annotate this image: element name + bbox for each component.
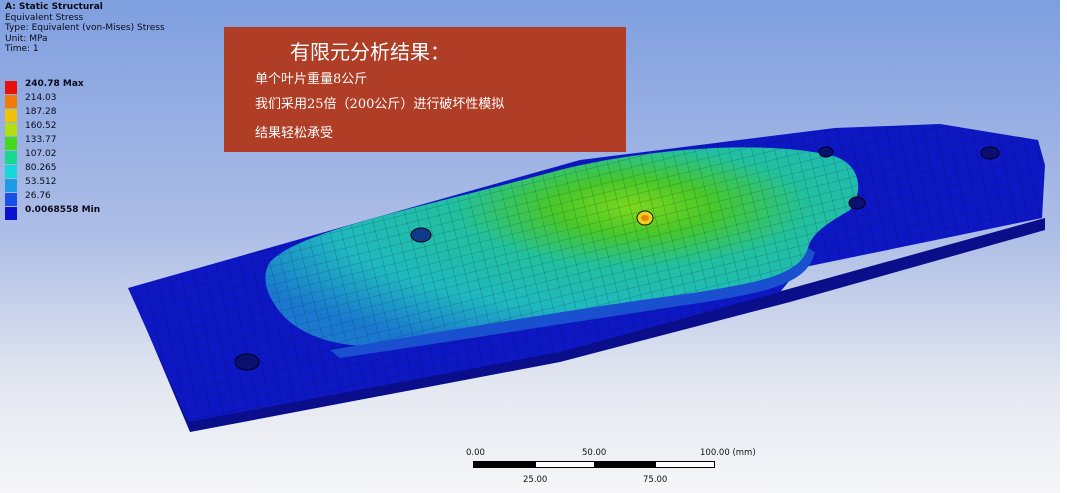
- analysis-title: A: Static Structural: [5, 2, 103, 12]
- annotation-box: 有限元分析结果： 单个叶片重量8公斤 我们采用25倍（200公斤）进行破坏性模拟…: [224, 27, 626, 152]
- scale-segment-4: [655, 461, 715, 468]
- result-header: A: Static Structural Equivalent Stress T…: [5, 2, 165, 55]
- legend-color-swatch: [5, 193, 17, 206]
- result-name: Equivalent Stress: [5, 12, 84, 23]
- legend-color-swatch: [5, 179, 17, 192]
- scale-bar: 0.00 50.00 100.00 (mm) 25.00 75.00: [460, 448, 780, 490]
- scale-label-0: 0.00: [466, 448, 485, 458]
- scale-label-25: 25.00: [523, 475, 548, 485]
- legend-value-label: 240.78 Max: [25, 79, 84, 89]
- legend-color-swatch: [5, 137, 17, 150]
- graphics-viewport[interactable]: A: Static Structural Equivalent Stress T…: [0, 0, 1060, 493]
- scale-label-75: 75.00: [643, 475, 668, 485]
- result-time: Time: 1: [5, 44, 39, 54]
- legend-value-label: 0.0068558 Min: [25, 205, 101, 215]
- scale-segment-1: [473, 461, 535, 468]
- scale-label-50: 50.00: [582, 448, 607, 458]
- legend-value-label: 214.03: [25, 93, 57, 103]
- legend-color-swatch: [5, 207, 17, 220]
- window-edge: [1060, 0, 1067, 493]
- scale-segment-2: [535, 461, 595, 468]
- legend-value-label: 53.512: [25, 177, 57, 187]
- result-unit: Unit: MPa: [5, 33, 48, 44]
- scale-label-100: 100.00 (mm): [700, 448, 756, 458]
- legend-color-swatch: [5, 123, 17, 136]
- legend-color-swatch: [5, 95, 17, 108]
- annotation-line-test: 我们采用25倍（200公斤）进行破坏性模拟: [255, 97, 505, 112]
- legend-value-label: 80.265: [25, 163, 57, 173]
- legend-color-swatch: [5, 81, 17, 94]
- legend-value-label: 160.52: [25, 121, 57, 131]
- legend-value-label: 133.77: [25, 135, 57, 145]
- legend-value-label: 26.76: [25, 191, 51, 201]
- legend-value-label: 187.28: [25, 107, 57, 117]
- annotation-line-result: 结果轻松承受: [255, 126, 334, 141]
- legend-color-swatch: [5, 109, 17, 122]
- annotation-title: 有限元分析结果：: [290, 40, 450, 64]
- legend-value-label: 107.02: [25, 149, 57, 159]
- annotation-line-weight: 单个叶片重量8公斤: [255, 72, 368, 87]
- result-type: Type: Equivalent (von-Mises) Stress: [5, 23, 165, 33]
- legend-color-swatch: [5, 151, 17, 164]
- scale-segment-3: [595, 461, 655, 468]
- legend-color-swatch: [5, 165, 17, 178]
